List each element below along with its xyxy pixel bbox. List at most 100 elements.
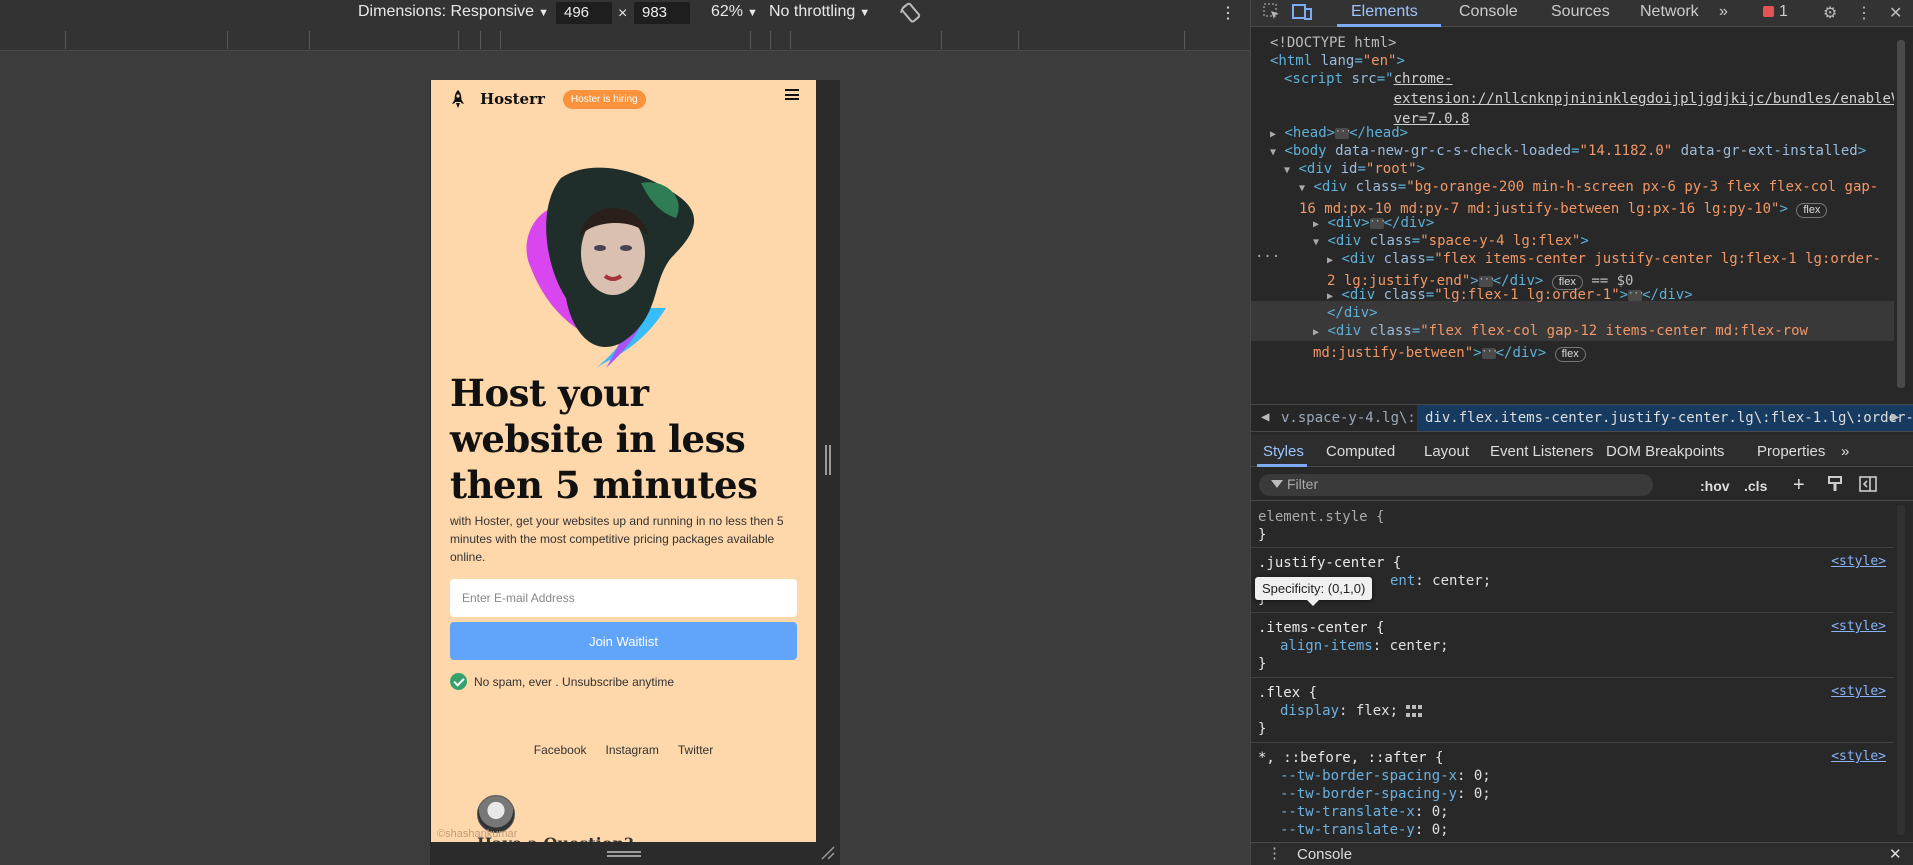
console-drawer-tab[interactable]: Console — [1297, 846, 1352, 863]
dom-order1-div[interactable]: ▶ <div class="lg:flex-1 lg:order-1">···<… — [1327, 285, 1693, 307]
paint-brush-icon[interactable] — [1827, 475, 1843, 496]
ellipsis-icon[interactable]: ··· — [1335, 127, 1351, 139]
error-count[interactable]: 1 — [1779, 3, 1788, 21]
more-tabs-icon[interactable]: » — [1841, 443, 1849, 460]
twitter-link[interactable]: Twitter — [678, 743, 713, 757]
rule-selector[interactable]: element.style { — [1258, 508, 1384, 526]
no-spam-note: No spam, ever . Unsubscribe anytime — [450, 673, 674, 690]
device-toggle-icon[interactable] — [1292, 3, 1312, 26]
caret-down-icon: ▼ — [747, 7, 758, 19]
flexbox-editor-icon[interactable] — [1406, 705, 1423, 717]
active-tab-indicator — [1337, 24, 1441, 27]
breadcrumb-item-active[interactable]: div.flex.items-center.justify-center.lg\… — [1417, 405, 1913, 431]
dom-html-node[interactable]: <html lang="en"> — [1270, 51, 1405, 71]
device-toolbar: Dimensions: Responsive ▼ 496 × 983 62% ▼ N… — [0, 0, 1250, 27]
email-input[interactable] — [450, 579, 797, 617]
rule-source-link[interactable]: <style> — [1831, 749, 1886, 764]
expand-triangle-icon[interactable]: ▶ — [1327, 255, 1333, 266]
rule-declaration[interactable]: display: flex; — [1280, 702, 1423, 720]
expand-triangle-icon[interactable]: ▶ — [1313, 327, 1319, 338]
flex-badge[interactable]: flex — [1554, 347, 1586, 362]
more-tabs-icon[interactable]: » — [1719, 3, 1728, 21]
brand-name[interactable]: Hosterr — [480, 90, 545, 108]
tab-layout[interactable]: Layout — [1424, 443, 1469, 460]
error-icon[interactable] — [1763, 6, 1774, 17]
tab-elements[interactable]: Elements — [1351, 3, 1418, 21]
throttling-dropdown[interactable]: No throttling ▼ — [769, 3, 870, 21]
more-options-icon[interactable]: ⋮ — [1220, 3, 1236, 23]
flex-badge[interactable]: flex — [1796, 203, 1828, 218]
expand-triangle-icon[interactable]: ▶ — [1313, 219, 1319, 230]
rule-source-link[interactable]: <style> — [1831, 554, 1886, 569]
rule-selector[interactable]: *, ::before, ::after { — [1258, 749, 1443, 767]
tab-computed[interactable]: Computed — [1326, 443, 1395, 460]
script-src-link[interactable]: chrome-extension://nllcnknpjnininklegdoi… — [1394, 69, 1894, 129]
ellipsis-icon[interactable]: ··· — [1369, 217, 1386, 229]
rule-declaration[interactable]: --tw-translate-x: 0; — [1280, 803, 1449, 821]
rule-declaration[interactable]: ent: center; — [1390, 572, 1491, 590]
tab-dom-breakpoints[interactable]: DOM Breakpoints — [1606, 443, 1724, 460]
expand-triangle-icon[interactable]: ▶ — [1327, 291, 1333, 302]
collapse-triangle-icon[interactable]: ▼ — [1284, 165, 1290, 176]
hamburger-menu-icon[interactable] — [785, 89, 799, 100]
close-icon[interactable]: ✕ — [1889, 3, 1902, 23]
rocket-icon — [452, 90, 464, 108]
rule-source-link[interactable]: <style> — [1831, 684, 1886, 699]
resize-handle-right[interactable] — [825, 445, 831, 475]
no-spam-text: No spam, ever . Unsubscribe anytime — [474, 674, 675, 689]
row-menu-icon[interactable]: ··· — [1255, 247, 1280, 267]
expand-triangle-icon[interactable]: ▶ — [1270, 129, 1276, 140]
dom-script-node[interactable]: <script src="chrome-extension://nllcnknp… — [1284, 69, 1894, 129]
rule-close: } — [1258, 527, 1267, 543]
dom-close-div: </div> — [1327, 305, 1378, 321]
settings-gear-icon[interactable]: ⚙ — [1823, 3, 1837, 23]
width-input[interactable]: 496 — [556, 2, 612, 24]
filter-input[interactable]: Filter — [1259, 474, 1653, 496]
breadcrumb-left-arrow-icon[interactable]: ◀ — [1261, 409, 1269, 425]
more-options-icon[interactable]: ⋮ — [1856, 3, 1872, 23]
tab-sources[interactable]: Sources — [1551, 3, 1610, 21]
height-input[interactable]: 983 — [634, 2, 690, 24]
ellipsis-icon[interactable]: ··· — [1628, 289, 1644, 301]
collapse-triangle-icon[interactable]: ▼ — [1270, 147, 1276, 158]
dimensions-dropdown[interactable]: Dimensions: Responsive ▼ — [358, 3, 549, 21]
close-icon[interactable]: ✕ — [1889, 845, 1902, 863]
tab-event-listeners[interactable]: Event Listeners — [1490, 443, 1593, 460]
collapse-triangle-icon[interactable]: ▼ — [1299, 183, 1305, 194]
rule-declaration[interactable]: --tw-border-spacing-x: 0; — [1280, 767, 1491, 785]
inspect-element-icon[interactable] — [1263, 3, 1281, 26]
styles-scrollbar[interactable] — [1897, 505, 1905, 835]
dom-doctype[interactable]: <!DOCTYPE html> — [1270, 33, 1396, 53]
hov-toggle[interactable]: :hov — [1700, 478, 1730, 494]
rule-declaration[interactable]: --tw-translate-y: 0; — [1280, 821, 1449, 839]
instagram-link[interactable]: Instagram — [606, 743, 659, 757]
breadcrumb-right-arrow-icon[interactable]: ▶ — [1891, 409, 1899, 425]
zoom-dropdown[interactable]: 62% ▼ — [711, 3, 758, 21]
rule-declaration[interactable]: align-items: center; — [1280, 637, 1449, 655]
drawer-menu-icon[interactable]: ⋮ — [1267, 844, 1282, 862]
join-waitlist-button[interactable]: Join Waitlist — [450, 622, 797, 660]
collapse-triangle-icon[interactable]: ▼ — [1313, 237, 1319, 248]
tab-styles[interactable]: Styles — [1263, 443, 1304, 460]
rule-selector[interactable]: .flex { — [1258, 684, 1317, 702]
facebook-link[interactable]: Facebook — [534, 743, 587, 757]
rule-source-link[interactable]: <style> — [1831, 619, 1886, 634]
hiring-badge[interactable]: Hoster is hiring — [562, 89, 646, 109]
ellipsis-icon[interactable]: ··· — [1481, 347, 1498, 359]
cls-toggle[interactable]: .cls — [1744, 478, 1767, 494]
sidebar-toggle-icon[interactable] — [1859, 475, 1877, 496]
rule-selector[interactable]: .items-center { — [1258, 619, 1384, 637]
rule-selector[interactable]: .justify-center { — [1258, 554, 1401, 572]
dom-scrollbar[interactable] — [1897, 40, 1905, 388]
resize-handle-bottom[interactable] — [607, 851, 641, 857]
new-rule-plus-icon[interactable]: + — [1793, 474, 1805, 497]
resize-corner-icon[interactable] — [820, 845, 836, 861]
tab-console[interactable]: Console — [1459, 3, 1518, 21]
caret-down-icon: ▼ — [859, 7, 871, 19]
tab-network[interactable]: Network — [1640, 3, 1699, 21]
devtools-tabbar: Elements Console Sources Network » 1 ⚙ ⋮… — [1251, 0, 1913, 27]
rule-declaration[interactable]: --tw-border-spacing-y: 0; — [1280, 785, 1491, 803]
css-rules-pane: element.style { } .justify-center { <sty… — [1251, 502, 1894, 842]
tab-properties[interactable]: Properties — [1757, 443, 1825, 460]
dom-footer-div[interactable]: ▶ <div class="flex flex-col gap-12 items… — [1313, 321, 1889, 363]
